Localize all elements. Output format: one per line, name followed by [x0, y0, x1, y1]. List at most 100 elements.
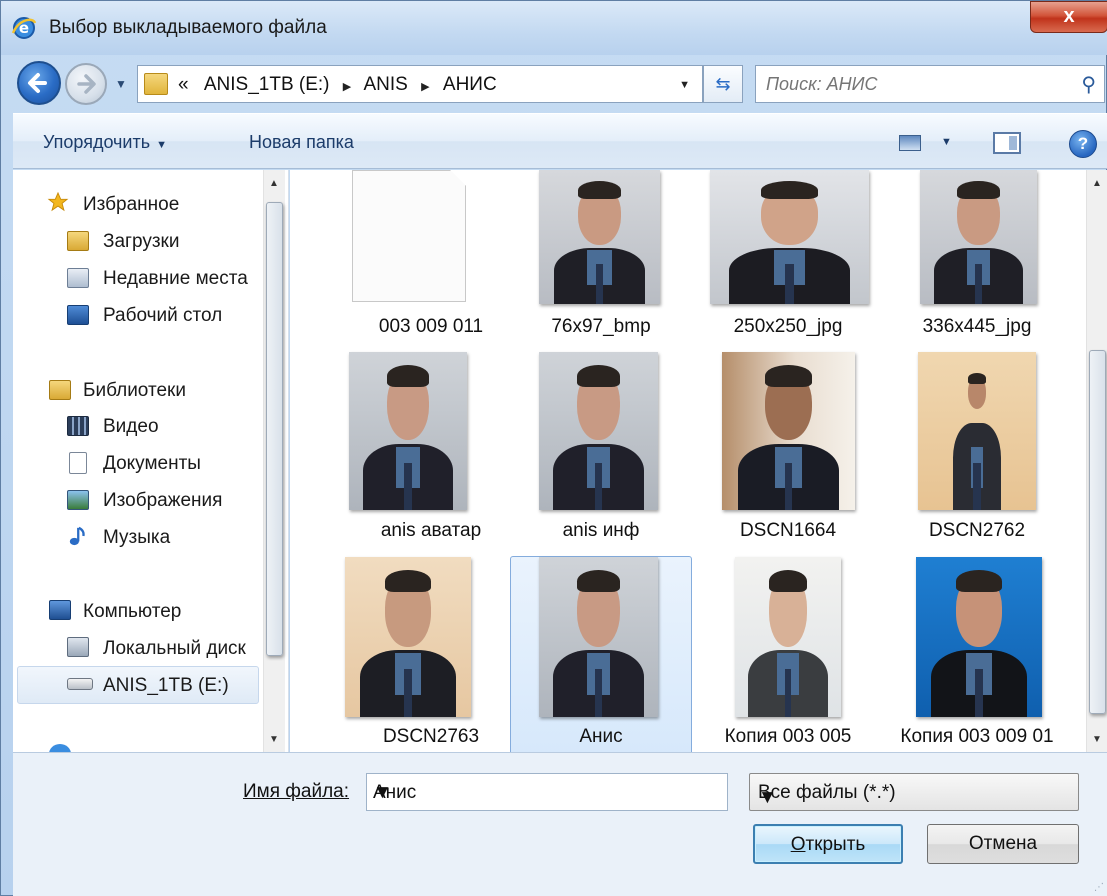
scroll-down-icon[interactable]: ▼ [1092, 734, 1102, 745]
navigation-bar: ▼ « ANIS_1TB (E:) ▶ ANIS ▶ АНИС ▼ ⇆ ⚲ [1, 55, 1107, 111]
portrait-hair [577, 364, 620, 387]
file-name-label[interactable]: Анис [510, 726, 692, 748]
cancel-button[interactable]: Отмена [927, 824, 1079, 864]
search-input[interactable] [766, 71, 1066, 97]
portrait-tie [595, 263, 604, 304]
computer-icon [49, 600, 71, 620]
sidebar-item-documents[interactable]: Документы [103, 453, 201, 475]
breadcrumb-item[interactable]: АНИС [443, 74, 497, 95]
preview-pane-icon[interactable] [993, 132, 1021, 154]
address-dropdown-icon[interactable]: ▼ [679, 79, 690, 91]
portrait-tie [594, 462, 603, 510]
photo-thumbnail[interactable] [539, 170, 660, 304]
breadcrumb: « ANIS_1TB (E:) ▶ ANIS ▶ АНИС [178, 74, 497, 96]
photo-thumbnail[interactable] [539, 352, 658, 510]
breadcrumb-overflow[interactable]: « [178, 74, 189, 95]
photo-thumbnail[interactable] [349, 352, 467, 510]
file-name-label[interactable]: DSCN2762 [886, 520, 1068, 542]
photo-thumbnail[interactable] [916, 557, 1042, 717]
portrait-tie [404, 669, 412, 717]
refresh-button[interactable]: ⇆ [703, 65, 743, 103]
sidebar-item-anis-drive[interactable]: ANIS_1TB (E:) [103, 675, 229, 697]
photo-thumbnail[interactable] [539, 557, 658, 717]
new-folder-button[interactable]: Новая папка [249, 132, 354, 153]
sidebar-group-libraries[interactable]: Библиотеки [83, 380, 186, 402]
breadcrumb-separator-icon[interactable]: ▶ [421, 81, 429, 93]
command-toolbar: Упорядочить ▼ Новая папка ▼ ? [13, 113, 1107, 169]
portrait-hair [967, 372, 987, 384]
network-icon [49, 744, 71, 752]
folder-icon [144, 73, 168, 95]
scroll-up-icon[interactable]: ▲ [1092, 178, 1102, 189]
internet-explorer-icon: e [11, 17, 37, 39]
search-box[interactable]: ⚲ [755, 65, 1105, 103]
photo-thumbnail[interactable] [918, 352, 1036, 510]
sidebar-scrollbar[interactable]: ▲ ▼ [263, 170, 285, 752]
file-name-label[interactable]: anis инф [510, 520, 692, 542]
filename-dropdown-icon[interactable]: ▼ [373, 782, 719, 804]
filename-label-text: Имя файла: [243, 781, 350, 802]
navigation-pane: Избранное Загрузки Недавние места Рабочи… [13, 170, 289, 752]
sidebar-item-recent-places[interactable]: Недавние места [103, 268, 248, 290]
portrait-tie [975, 669, 983, 717]
sidebar-item-video[interactable]: Видео [103, 416, 159, 438]
portrait-tie [594, 669, 603, 717]
search-icon[interactable]: ⚲ [1081, 72, 1096, 97]
sidebar-group-favorites[interactable]: Избранное [83, 194, 179, 216]
scrollbar-thumb[interactable] [266, 202, 283, 656]
filename-label: Имя файла: [243, 781, 349, 803]
recent-pages-dropdown[interactable]: ▼ [115, 77, 127, 91]
sidebar-item-pictures[interactable]: Изображения [103, 490, 222, 512]
scroll-up-icon[interactable]: ▲ [269, 178, 279, 189]
pictures-icon [67, 490, 89, 510]
file-name-label[interactable]: 336x445_jpg [886, 316, 1068, 338]
view-dropdown-icon[interactable]: ▼ [941, 136, 952, 148]
file-name-label[interactable]: 76x97_bmp [510, 316, 692, 338]
file-name-label[interactable]: DSCN1664 [697, 520, 879, 542]
photo-thumbnail[interactable] [722, 352, 855, 510]
portrait-hair [760, 180, 819, 200]
filename-input[interactable]: Анис ▼ [366, 773, 728, 811]
sidebar-item-local-disk[interactable]: Локальный диск [103, 638, 246, 660]
scroll-down-icon[interactable]: ▼ [269, 734, 279, 745]
file-list-scrollbar[interactable]: ▲ ▼ [1086, 170, 1107, 752]
scrollbar-thumb[interactable] [1089, 350, 1106, 714]
back-button[interactable] [17, 61, 61, 105]
blank-file-icon[interactable] [352, 170, 466, 302]
sidebar-item-desktop[interactable]: Рабочий стол [103, 305, 222, 327]
back-arrow-icon [28, 73, 47, 93]
open-button-accesskey: О [790, 834, 806, 855]
photo-thumbnail[interactable] [345, 557, 471, 717]
close-button[interactable]: x [1030, 1, 1107, 33]
file-type-select[interactable]: Все файлы (*.*) ▼ [749, 773, 1079, 811]
drive-icon [67, 678, 93, 690]
photo-thumbnail[interactable] [735, 557, 841, 717]
sidebar-group-computer[interactable]: Компьютер [83, 601, 181, 623]
sidebar-item-downloads[interactable]: Загрузки [103, 231, 179, 253]
file-name-label[interactable]: 250x250_jpg [697, 316, 879, 338]
photo-thumbnail[interactable] [920, 170, 1037, 304]
file-type-dropdown-icon[interactable]: ▼ [758, 787, 1070, 809]
forward-button[interactable] [65, 63, 107, 105]
photo-thumbnail[interactable] [710, 170, 869, 304]
file-name-label[interactable]: Копия 003 009 01 [886, 726, 1068, 748]
sidebar-item-music[interactable]: Музыка [103, 527, 170, 549]
file-open-dialog: e Выбор выкладываемого файла x ▼ « ANIS_… [0, 0, 1107, 896]
file-name-label[interactable]: DSCN2763 [340, 726, 522, 748]
breadcrumb-item[interactable]: ANIS_1TB (E:) [204, 74, 330, 95]
recent-places-icon [67, 268, 89, 288]
change-view-icon[interactable] [899, 135, 921, 151]
file-name-label[interactable]: anis аватар [340, 520, 522, 542]
file-name-label[interactable]: Копия 003 005 [697, 726, 879, 748]
help-icon[interactable]: ? [1069, 130, 1097, 158]
breadcrumb-item[interactable]: ANIS [364, 74, 408, 95]
address-bar[interactable]: « ANIS_1TB (E:) ▶ ANIS ▶ АНИС ▼ [137, 65, 703, 103]
organize-button[interactable]: Упорядочить ▼ [43, 132, 167, 153]
portrait-hair [385, 569, 431, 593]
breadcrumb-separator-icon[interactable]: ▶ [343, 81, 351, 93]
file-name-label[interactable]: 003 009 011 [340, 316, 522, 338]
open-button[interactable]: Открыть [753, 824, 903, 864]
portrait-hair [577, 180, 622, 200]
resize-grip-icon[interactable]: ⋰ [1094, 882, 1104, 893]
dialog-footer: Имя файла: Анис ▼ Все файлы (*.*) ▼ Откр… [13, 752, 1107, 896]
